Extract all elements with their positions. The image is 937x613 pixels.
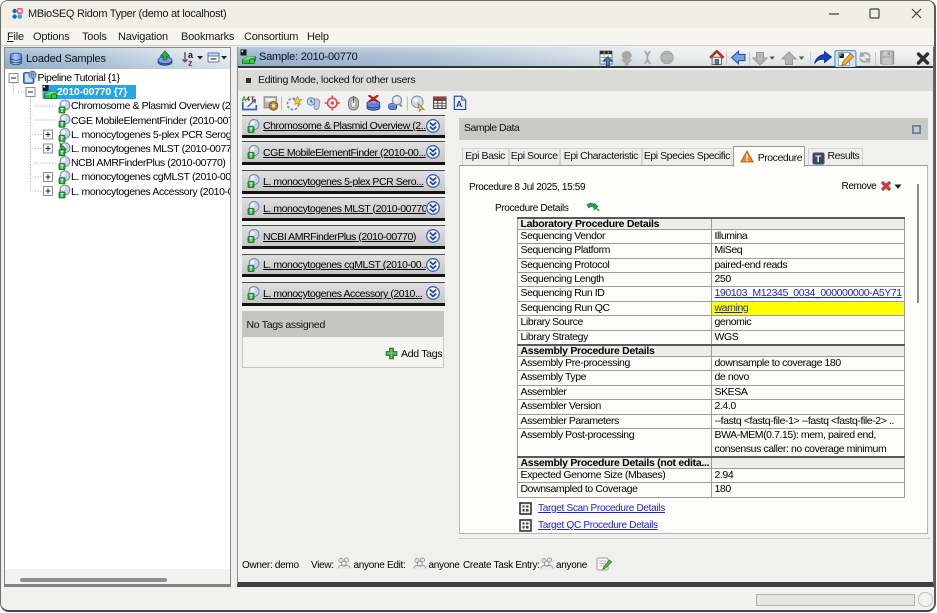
svg-text:T: T	[815, 154, 821, 165]
svg-text:A: A	[456, 99, 462, 109]
svg-text:z: z	[188, 58, 193, 67]
